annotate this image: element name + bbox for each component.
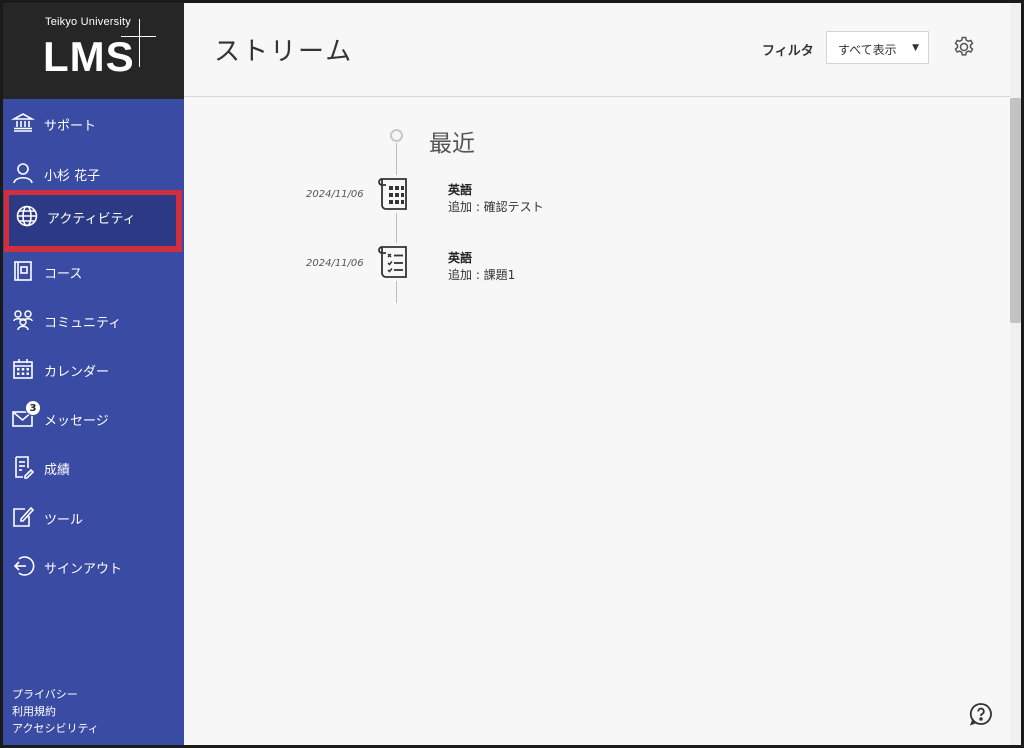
sidebar-item-label: カレンダー (44, 365, 110, 380)
unread-badge: 3 (25, 400, 41, 416)
section-title: 最近 (429, 131, 475, 157)
lms-logo[interactable]: Teikyo University LMS (3, 3, 184, 99)
item-date: 2024/11/06 (306, 189, 364, 200)
bank-icon (11, 113, 35, 132)
filter-value: すべて表示 (838, 43, 897, 57)
item-course[interactable]: 英語 (448, 181, 472, 198)
sidebar-item-activity[interactable]: アクティビティ (4, 190, 182, 252)
community-icon (13, 310, 33, 331)
logo-plus-mark (139, 19, 140, 67)
sidebar-item-label: アクティビティ (47, 212, 136, 227)
grades-icon (15, 456, 35, 479)
sidebar-item-grades[interactable]: 成績 (3, 447, 184, 487)
sidebar-item-label: コミュニティ (44, 316, 122, 331)
logo-product: LMS (43, 33, 135, 80)
test-icon[interactable] (378, 175, 414, 213)
timeline-dot (390, 129, 403, 142)
sidebar-item-label: ツール (44, 513, 84, 528)
chevron-down-icon: ▼ (912, 43, 919, 53)
item-course[interactable]: 英語 (448, 249, 472, 266)
page-title: ストリーム (214, 37, 354, 67)
sidebar: Teikyo University LMS サポート 小杉 花子 アクティビティ… (3, 3, 184, 745)
book-icon (14, 261, 32, 281)
sidebar-item-label: メッセージ (44, 414, 109, 429)
calendar-icon (13, 359, 33, 379)
sidebar-item-label: サポート (44, 119, 97, 134)
sidebar-item-support[interactable]: サポート (3, 103, 184, 143)
logo-plus-mark (121, 36, 156, 37)
scrollbar-thumb[interactable] (1010, 98, 1021, 323)
sidebar-item-courses[interactable]: コース (3, 251, 184, 291)
item-description[interactable]: 追加 : 確認テスト (448, 198, 544, 215)
sidebar-item-profile[interactable]: 小杉 花子 (3, 153, 184, 193)
sidebar-item-calendar[interactable]: カレンダー (3, 349, 184, 389)
logo-university: Teikyo University (45, 16, 131, 28)
user-icon (13, 163, 33, 184)
sidebar-item-label: 小杉 花子 (44, 169, 101, 184)
header-divider (184, 96, 1021, 97)
filter-dropdown[interactable]: すべて表示 ▼ (826, 31, 929, 64)
assignment-icon[interactable] (378, 243, 414, 281)
tools-icon (13, 506, 35, 527)
sidebar-item-label: 成績 (44, 463, 71, 478)
sidebar-item-label: コース (44, 267, 83, 282)
sidebar-item-messages[interactable]: 3 メッセージ (3, 398, 184, 438)
privacy-link[interactable]: プライバシー (12, 686, 99, 703)
item-description[interactable]: 追加 : 課題1 (448, 266, 515, 283)
main-content: ストリーム フィルタ すべて表示 ▼ 最近 2024/11/06 英語 追加 :… (184, 3, 1021, 745)
gear-icon[interactable] (952, 35, 976, 59)
globe-icon (16, 205, 38, 227)
sidebar-footer: プライバシー 利用規約 アクセシビリティ (12, 686, 99, 737)
terms-link[interactable]: 利用規約 (12, 703, 99, 720)
help-icon[interactable] (969, 702, 993, 726)
signout-icon (13, 556, 35, 576)
sidebar-item-tools[interactable]: ツール (3, 497, 184, 537)
app-window: Teikyo University LMS サポート 小杉 花子 アクティビティ… (3, 3, 1021, 745)
item-date: 2024/11/06 (306, 258, 364, 269)
sidebar-item-signout[interactable]: サインアウト (3, 546, 184, 586)
filter-label: フィルタ (762, 44, 814, 59)
sidebar-item-community[interactable]: コミュニティ (3, 300, 184, 340)
sidebar-item-label: サインアウト (44, 562, 123, 577)
accessibility-link[interactable]: アクセシビリティ (12, 720, 99, 737)
